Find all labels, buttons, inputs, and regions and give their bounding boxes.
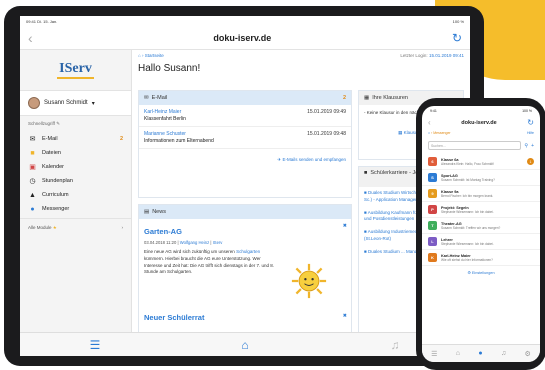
url-text[interactable]: doku-iserv.de (213, 33, 271, 43)
phone-screen: 9:41 100 % ‹ doku-iserv.de ↻ ⌂ › Messeng… (422, 106, 540, 362)
add-icon[interactable]: + (531, 143, 534, 149)
phone-url-text[interactable]: doku-iserv.de (461, 120, 496, 126)
pin-icon[interactable]: ✖ (343, 313, 347, 319)
breadcrumb-messenger[interactable]: Messenger (433, 131, 450, 135)
email-count: 2 (119, 136, 123, 142)
breadcrumb: ⌂ › Startseite Letzter Login: 15.01.2019… (138, 53, 464, 58)
avatar (28, 97, 40, 109)
mail-icon: ✉ (144, 95, 149, 101)
gear-icon[interactable]: ⚙ (525, 350, 531, 358)
sun-icon (291, 263, 327, 299)
folder-icon: ■ (30, 149, 35, 157)
news-panel-header[interactable]: ▤ News (139, 205, 351, 219)
breadcrumb-start[interactable]: Startseite (145, 53, 164, 58)
reload-icon[interactable]: ↻ (527, 118, 534, 127)
quicklinks-label[interactable]: Schnellzugriff ✎ (20, 116, 131, 132)
sidebar-item-email[interactable]: ✉ E-Mail 2 (20, 132, 131, 146)
email-row[interactable]: Marianne Schuster Informationen zum Elter… (139, 127, 351, 149)
user-name: Susann Schmidt (44, 100, 88, 106)
clock-icon: ◷ (29, 178, 36, 185)
sidebar-item-messenger[interactable]: ● Messenger (20, 202, 131, 216)
graduation-icon: ▲ (29, 191, 36, 199)
sidebar-item-calendar[interactable]: ▣ Kalender (20, 160, 131, 174)
settings-link[interactable]: ⚙ Einstellungen (422, 266, 540, 279)
news-panel: ▤ News ✖ Garten-AG 03.04.2018 11:20 | Wo… (138, 204, 352, 332)
chevron-down-icon: ▾ (91, 100, 95, 107)
user-menu[interactable]: Susann Schmidt ▾ (20, 90, 131, 116)
sidebar-item-timetable[interactable]: ◷ Stundenplan (20, 174, 131, 188)
list-item[interactable]: S Sport-AG Susann Schmidt: Ist Montag Tra… (422, 170, 540, 186)
list-icon: ▦ (364, 95, 370, 101)
back-icon[interactable]: ‹ (428, 118, 431, 127)
page-title: Hallo Susann! (138, 63, 201, 74)
email-panel: ✉ E-Mail 2 Karl-Heinz Maier Klassenfahrt … (138, 90, 352, 198)
chat-icon: ● (30, 205, 35, 213)
briefcase-icon: ■ (364, 170, 368, 176)
mail-icon: ✉ (29, 136, 36, 143)
tablet-device: 09:41 Di. 15. Jan. 100 % ‹ doku-iserv.de… (4, 6, 484, 366)
chat-avatar: S (428, 173, 437, 182)
last-login: Letzter Login: 15.01.2019 09:41 (400, 53, 464, 58)
news-headline[interactable]: Neuer Schülerrat (139, 305, 209, 326)
home-icon[interactable]: ⌂ (170, 338, 320, 352)
list-item[interactable]: 9 Klasse 9a Bernd Fischer: Ich bin morgen… (422, 186, 540, 202)
notifications-icon[interactable]: ♫ (501, 350, 506, 357)
chat-avatar: 9 (428, 189, 437, 198)
menu-icon[interactable]: ☰ (20, 338, 170, 352)
search-icon[interactable]: ⚲ (524, 143, 528, 149)
chat-avatar: L (428, 237, 437, 246)
back-icon[interactable]: ‹ (28, 30, 33, 46)
sidebar-item-files[interactable]: ■ Dateien (20, 146, 131, 160)
email-panel-header[interactable]: ✉ E-Mail 2 (139, 91, 351, 105)
list-item[interactable]: 6 Klasse 6a Alexandra Klein: Hallo, Frau … (422, 154, 540, 170)
news-body: Eine neue AG wird sich zukünftig um unse… (144, 249, 274, 275)
list-item[interactable]: K Karl-Heinz Maier Wie oft siehst du hier… (422, 250, 540, 266)
list-item[interactable]: L Lehrer Stephanie Wiesemann: Ich bin dab… (422, 234, 540, 250)
iserv-logo[interactable]: IServ (20, 50, 131, 90)
search-input[interactable]: Suchen... (428, 141, 522, 150)
phone-breadcrumb: ⌂ › Messenger Hilfe (428, 131, 534, 135)
home-icon[interactable]: ⌂ (456, 350, 460, 357)
pin-icon[interactable]: ✖ (343, 223, 347, 229)
tablet-status-bar: 09:41 Di. 15. Jan. 100 % (20, 16, 470, 26)
tablet-screen: 09:41 Di. 15. Jan. 100 % ‹ doku-iserv.de… (20, 16, 470, 356)
newspaper-icon: ▤ (144, 209, 150, 215)
phone-status-bar: 9:41 100 % (430, 109, 532, 113)
chevron-right-icon: › (121, 225, 124, 230)
tablet-tab-bar: ☰ ⌂ ♫ (20, 332, 470, 356)
stage: 09:41 Di. 15. Jan. 100 % ‹ doku-iserv.de… (0, 0, 545, 370)
chat-avatar: 6 (428, 157, 437, 166)
news-headline[interactable]: Garten-AG (139, 219, 351, 240)
list-item[interactable]: P Projekt: Segeln Stephanie Wiesemann: Ic… (422, 202, 540, 218)
chat-avatar: K (428, 253, 437, 262)
home-icon[interactable]: ⌂ (138, 53, 141, 58)
phone-search: Suchen... ⚲ + (422, 137, 540, 154)
browser-url-bar: ‹ doku-iserv.de ↻ (20, 26, 470, 50)
list-item[interactable]: T Theater-AG Susann Schmidt: Treffen wir … (422, 218, 540, 234)
reload-icon[interactable]: ↻ (452, 31, 462, 45)
email-send-link[interactable]: ✈ E-Mails senden und empfangen (139, 149, 351, 171)
phone-tab-bar: ☰ ⌂ ● ♫ ⚙ (422, 344, 540, 362)
chat-avatar: T (428, 221, 437, 230)
sidebar: IServ Susann Schmidt ▾ Schnellzugriff ✎ … (20, 50, 132, 332)
status-time: 09:41 Di. 15. Jan. (26, 18, 58, 24)
menu-icon[interactable]: ☰ (431, 350, 437, 358)
chat-icon[interactable]: ● (478, 350, 482, 357)
phone-device: 9:41 100 % ‹ doku-iserv.de ↻ ⌂ › Messeng… (416, 98, 545, 370)
sidebar-item-curriculum[interactable]: ▲ Curriculum (20, 188, 131, 202)
help-link[interactable]: Hilfe (527, 131, 534, 135)
email-row[interactable]: Karl-Heinz Maier Klassenfahrt Berlin 15.0… (139, 105, 351, 127)
status-battery: 100 % (452, 18, 464, 24)
unread-badge: 1 (527, 158, 534, 165)
calendar-icon: ▣ (29, 164, 36, 171)
all-modules-toggle[interactable]: Alle Module ★ › (20, 218, 131, 237)
chat-avatar: P (428, 205, 437, 214)
phone-url-bar: ‹ doku-iserv.de ↻ (422, 116, 540, 129)
